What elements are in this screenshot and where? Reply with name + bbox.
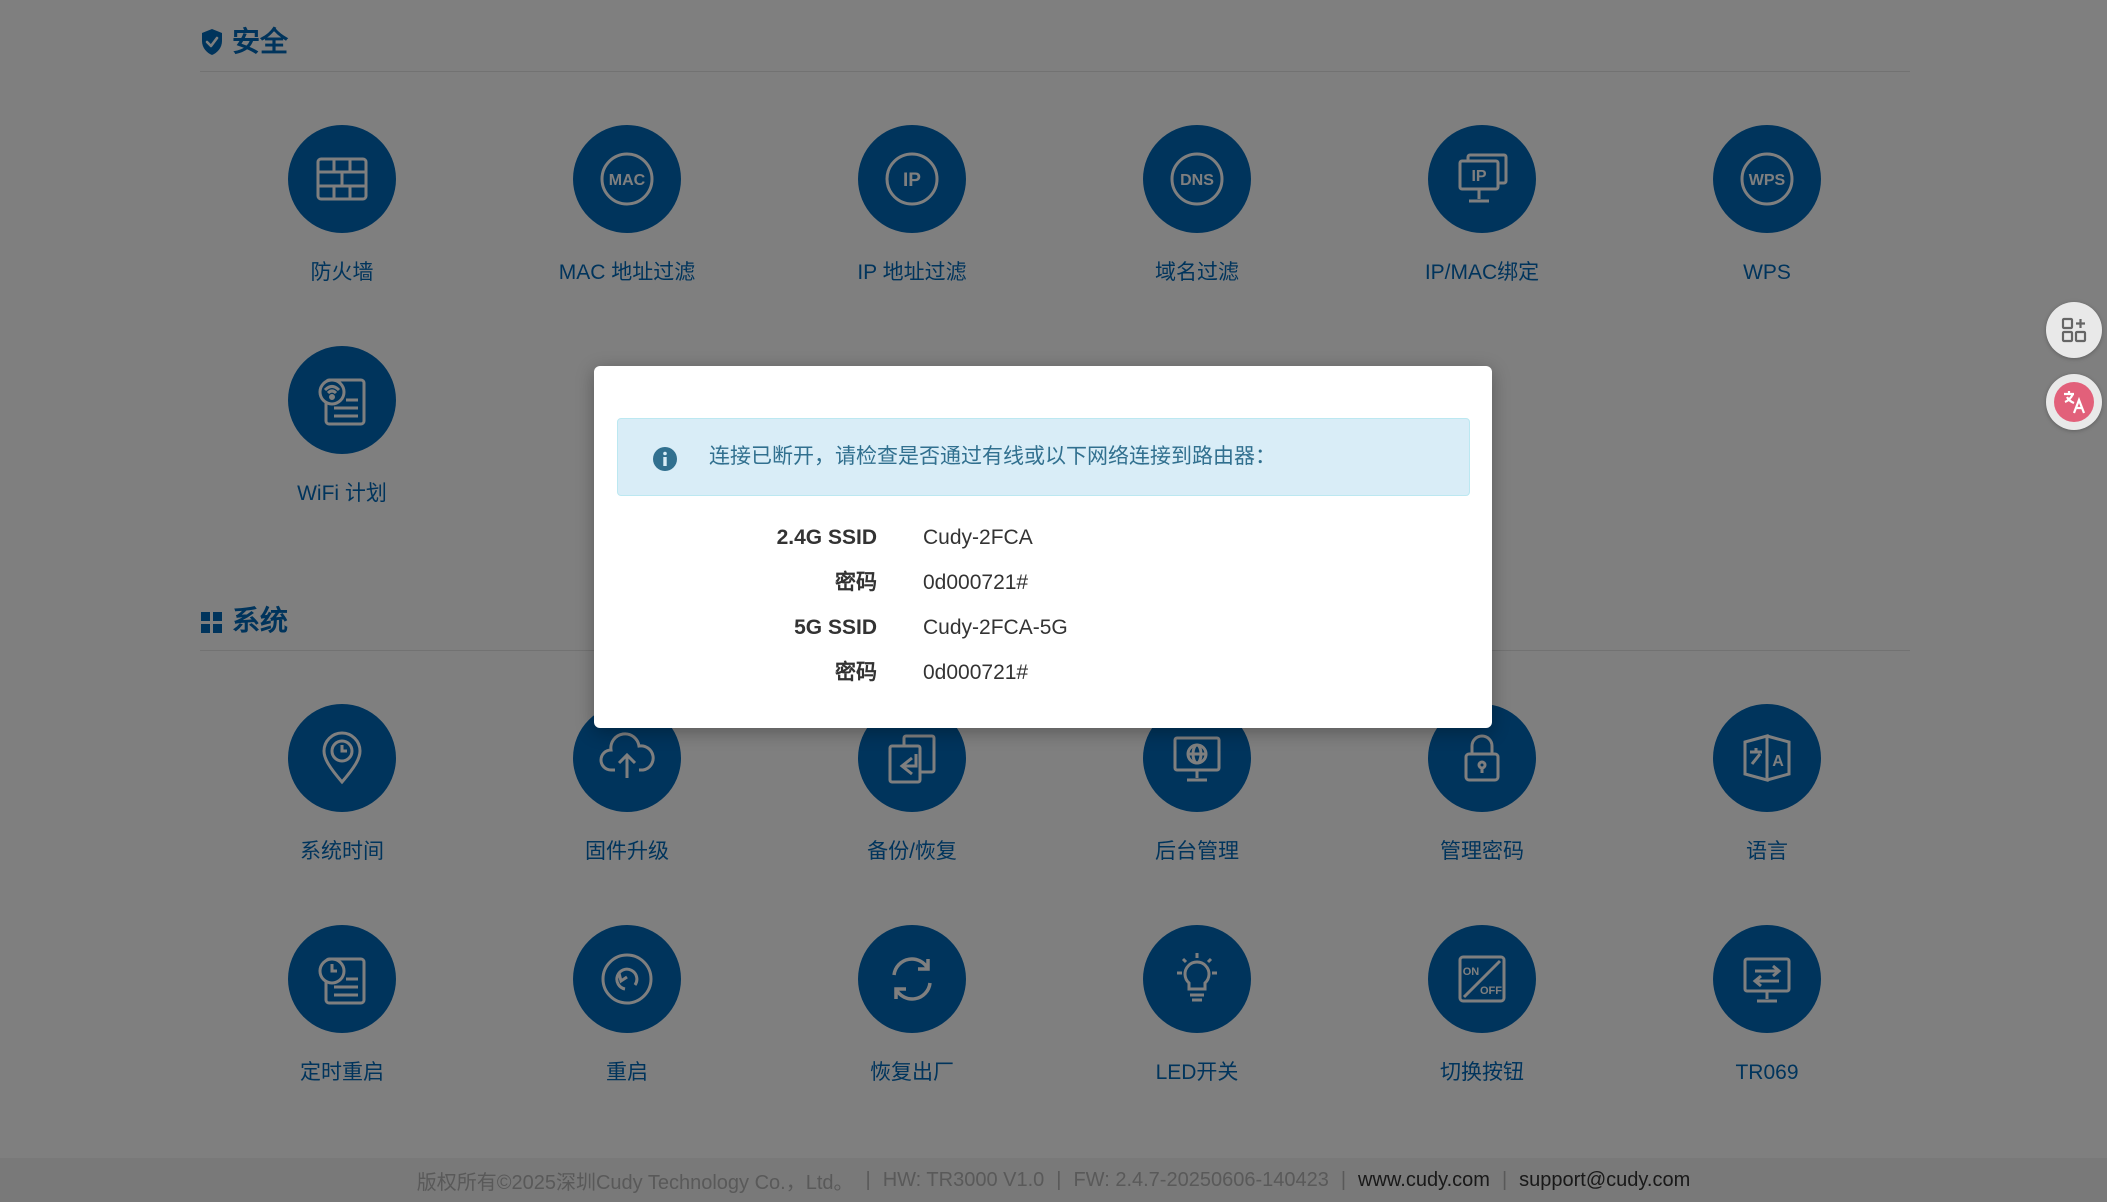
ssid-5g-label: 5G SSID (794, 616, 877, 639)
ssid-24g-label: 2.4G SSID (776, 526, 877, 549)
translate-float-button[interactable] (2046, 374, 2102, 430)
alert-message: 连接已断开，请检查是否通过有线或以下网络连接到路由器： (709, 445, 1276, 468)
apps-float-button[interactable] (2046, 302, 2102, 358)
apps-icon (2061, 317, 2087, 343)
ssid-5g-row: 5G SSID Cudy-2FCA-5G (594, 608, 1492, 648)
connection-lost-modal: 连接已断开，请检查是否通过有线或以下网络连接到路由器： 2.4G SSID Cu… (594, 366, 1492, 728)
password-5g-value: 0d000721# (923, 661, 1029, 684)
ssid-24g-value: Cudy-2FCA (923, 526, 1033, 549)
info-alert: 连接已断开，请检查是否通过有线或以下网络连接到路由器： (617, 418, 1470, 496)
info-icon (653, 447, 677, 471)
password-24g-label: 密码 (835, 571, 877, 594)
password-5g-label: 密码 (835, 661, 877, 684)
password-5g-row: 密码 0d000721# (594, 653, 1492, 693)
ssid-5g-value: Cudy-2FCA-5G (923, 616, 1068, 639)
translate-icon (2054, 382, 2094, 422)
password-24g-value: 0d000721# (923, 571, 1029, 594)
password-24g-row: 密码 0d000721# (594, 563, 1492, 603)
ssid-24g-row: 2.4G SSID Cudy-2FCA (594, 518, 1492, 558)
